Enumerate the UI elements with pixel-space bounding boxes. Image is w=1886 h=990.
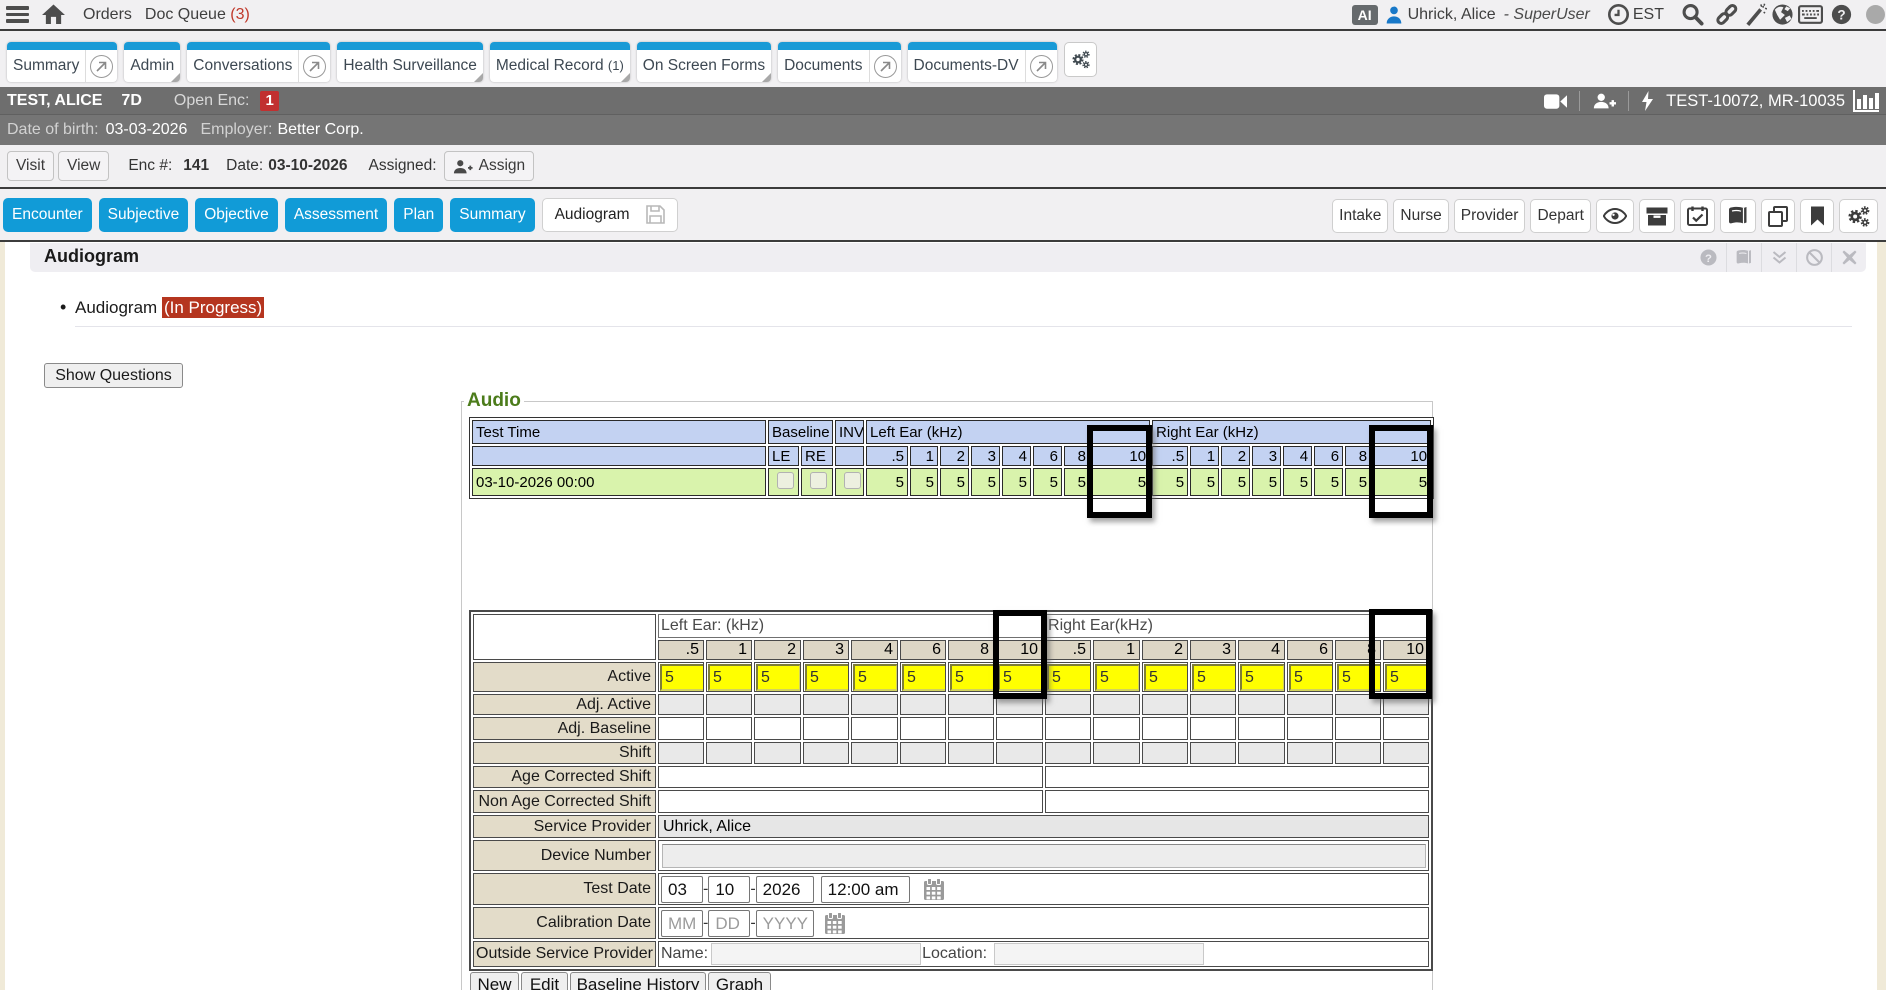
svg-text:?: ? bbox=[1705, 253, 1712, 265]
svg-text:?: ? bbox=[1837, 7, 1845, 22]
